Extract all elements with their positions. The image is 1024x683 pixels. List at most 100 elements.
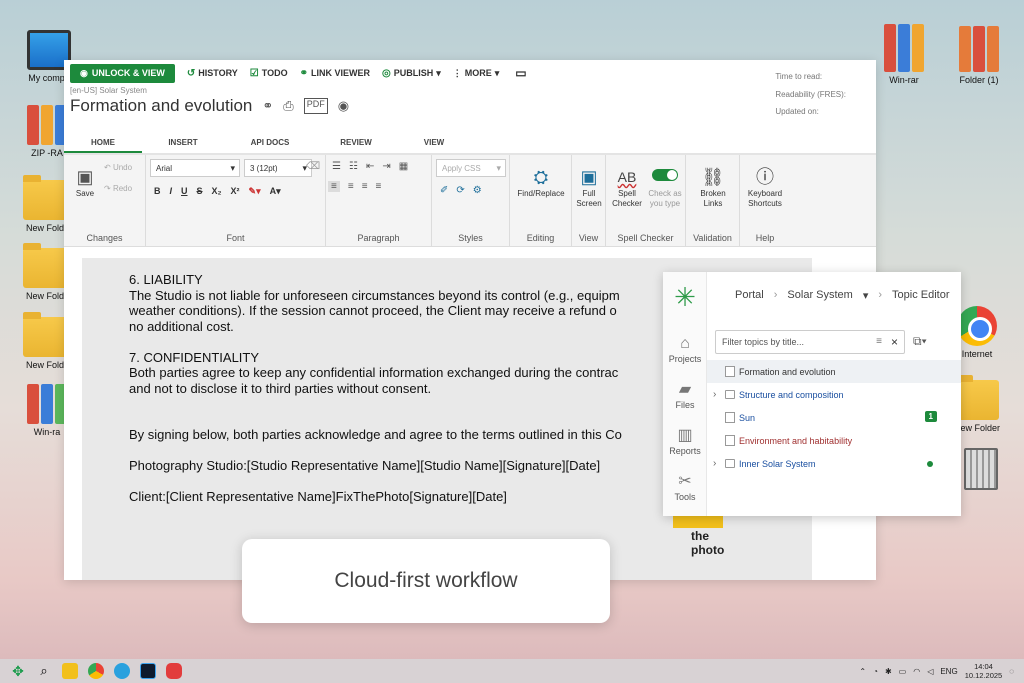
topic-item-environment[interactable]: Environment and habitability: [707, 429, 961, 452]
wifi-icon[interactable]: ◠: [913, 667, 920, 676]
desktop-icon-folder-1[interactable]: Folder (1): [948, 26, 1010, 85]
group-help: ⓘ Keyboard Shortcuts Help: [740, 155, 790, 246]
network-icon[interactable]: ◔: [873, 667, 878, 676]
gear-icon[interactable]: ⚙: [473, 185, 482, 196]
filter-icon[interactable]: ≡: [876, 336, 882, 347]
broken-link-icon: ⛓: [701, 167, 725, 187]
brush-icon[interactable]: ✐: [440, 185, 448, 196]
more-button[interactable]: ⋮ MORE ▾: [453, 68, 500, 79]
tab-view[interactable]: VIEW: [396, 133, 472, 153]
highlight-icon[interactable]: ✎▾: [249, 186, 261, 197]
align-center-icon[interactable]: ≡: [348, 181, 354, 192]
battery-icon[interactable]: ▭: [899, 667, 907, 676]
clock[interactable]: 14:04 10.12.2025: [965, 662, 1003, 680]
refresh-icon[interactable]: ⟳: [456, 185, 464, 196]
photoshop-icon[interactable]: [140, 663, 156, 679]
eye-icon[interactable]: ◉: [338, 98, 349, 114]
underline-icon[interactable]: U: [181, 186, 188, 197]
print-icon[interactable]: ⎙: [283, 98, 293, 114]
eraser-icon[interactable]: ⌫: [306, 161, 320, 172]
app-icon[interactable]: [166, 663, 182, 679]
desktop-icon-win-rar[interactable]: Win-rar: [873, 24, 935, 85]
search-icon[interactable]: ⌕: [36, 663, 52, 679]
align-justify-icon[interactable]: ≡: [376, 181, 382, 192]
language-indicator[interactable]: ENG: [940, 667, 957, 676]
font-family-select[interactable]: Arial: [150, 159, 240, 177]
tab-home[interactable]: HOME: [64, 133, 142, 153]
document-body[interactable]: 6. LIABILITY The Studio is not liable fo…: [129, 272, 622, 505]
tab-api-docs[interactable]: API DOCS: [224, 133, 316, 153]
broken-links-button[interactable]: ⛓ Broken Links: [686, 165, 740, 209]
save-button[interactable]: ▣ Save: [72, 165, 98, 199]
tab-review[interactable]: REVIEW: [316, 133, 396, 153]
strikethrough-icon[interactable]: S: [197, 186, 203, 197]
history-button[interactable]: ↺ HISTORY: [187, 68, 238, 79]
unlock-view-button[interactable]: ◉ UNLOCK & VIEW: [70, 63, 175, 83]
spell-checker-button[interactable]: AB Spell Checker: [610, 165, 644, 209]
chevron-right-icon[interactable]: ›: [713, 389, 725, 400]
nav-tools[interactable]: ✂ Tools: [663, 472, 707, 502]
font-format-buttons: B I U S X₂ X² ✎▾ A▾: [154, 186, 281, 197]
telegram-icon[interactable]: [114, 663, 130, 679]
start-icon[interactable]: ✥: [10, 663, 26, 679]
notifications-icon[interactable]: ◌: [1009, 667, 1014, 676]
publish-button[interactable]: ◎ PUBLISH ▾: [382, 68, 441, 79]
pdf-icon[interactable]: PDF: [303, 98, 328, 114]
font-color-icon[interactable]: A▾: [270, 186, 281, 197]
link-icon[interactable]: ⚭: [262, 98, 273, 114]
tab-insert[interactable]: INSERT: [142, 133, 224, 153]
italic-icon[interactable]: I: [170, 186, 173, 197]
broken-label-2: Links: [703, 199, 723, 208]
comments-button[interactable]: ▭: [515, 66, 526, 80]
topic-item-sun[interactable]: Sun 1: [707, 406, 961, 429]
table-icon[interactable]: ▦: [399, 161, 408, 172]
bluetooth-icon[interactable]: ✱: [885, 667, 892, 676]
full-screen-button[interactable]: ▣ Full Screen: [572, 165, 606, 209]
globe-icon: ◎: [381, 67, 391, 79]
numbered-list-icon[interactable]: ☷: [349, 161, 358, 172]
file-explorer-icon[interactable]: [62, 663, 78, 679]
apply-css-select[interactable]: Apply CSS: [436, 159, 506, 177]
todo-button[interactable]: ☑ TODO: [250, 68, 288, 79]
crumb-solar-system[interactable]: Solar System: [787, 289, 852, 302]
group-editing: ⛭ Find/Replace Editing: [510, 155, 572, 246]
binders-icon: [25, 384, 69, 424]
doc-line: 6. LIABILITY: [129, 272, 203, 287]
font-size-select[interactable]: 3 (12pt): [244, 159, 312, 177]
superscript-icon[interactable]: X²: [231, 186, 240, 197]
nav-files[interactable]: ▰ Files: [663, 380, 707, 410]
align-right-icon[interactable]: ≡: [362, 181, 368, 192]
crumb-topic-editor[interactable]: Topic Editor: [892, 289, 949, 302]
chevron-up-icon[interactable]: ⌃: [859, 667, 866, 676]
redo-button[interactable]: ↷ Redo: [104, 184, 132, 194]
close-icon[interactable]: ×: [891, 335, 898, 349]
find-replace-button[interactable]: ⛭ Find/Replace: [513, 165, 569, 199]
nav-projects[interactable]: ⌂ Projects: [663, 334, 707, 364]
undo-button[interactable]: ↶ Undo: [104, 163, 132, 173]
volume-icon[interactable]: ◁: [927, 667, 933, 676]
chevron-right-icon[interactable]: ›: [713, 458, 725, 469]
topic-filter-input[interactable]: Filter topics by title... ≡ ×: [715, 330, 905, 354]
link-viewer-button[interactable]: ⚭ LINK VIEWER: [300, 68, 370, 79]
caret-down-icon[interactable]: ▾: [863, 289, 869, 302]
outdent-icon[interactable]: ⇤: [366, 161, 374, 172]
chrome-icon[interactable]: [88, 663, 104, 679]
link-icon: ⚭: [299, 67, 308, 79]
topic-item-formation[interactable]: Formation and evolution: [707, 360, 961, 383]
keyboard-shortcuts-button[interactable]: ⓘ Keyboard Shortcuts: [740, 165, 790, 209]
bold-icon[interactable]: B: [154, 186, 161, 197]
subscript-icon[interactable]: X₂: [212, 186, 222, 197]
topic-item-inner-solar-system[interactable]: › Inner Solar System: [707, 452, 961, 475]
breadcrumb[interactable]: [en-US] Solar System: [64, 86, 876, 95]
copy-dropdown-icon[interactable]: ⧉▾: [913, 334, 927, 349]
indent-icon[interactable]: ⇥: [382, 161, 390, 172]
bullet-list-icon[interactable]: ☰: [332, 161, 341, 172]
app-logo-icon[interactable]: ✳: [669, 282, 701, 314]
nav-reports[interactable]: ▥ Reports: [663, 426, 707, 456]
topic-item-structure[interactable]: › Structure and composition: [707, 383, 961, 406]
crumb-portal[interactable]: Portal: [735, 289, 764, 302]
nav-label: Tools: [674, 492, 696, 502]
check-as-you-type-toggle[interactable]: Check as you type: [646, 165, 684, 209]
todo-label: TODO: [261, 68, 288, 78]
align-left-icon[interactable]: ≡: [328, 181, 340, 192]
